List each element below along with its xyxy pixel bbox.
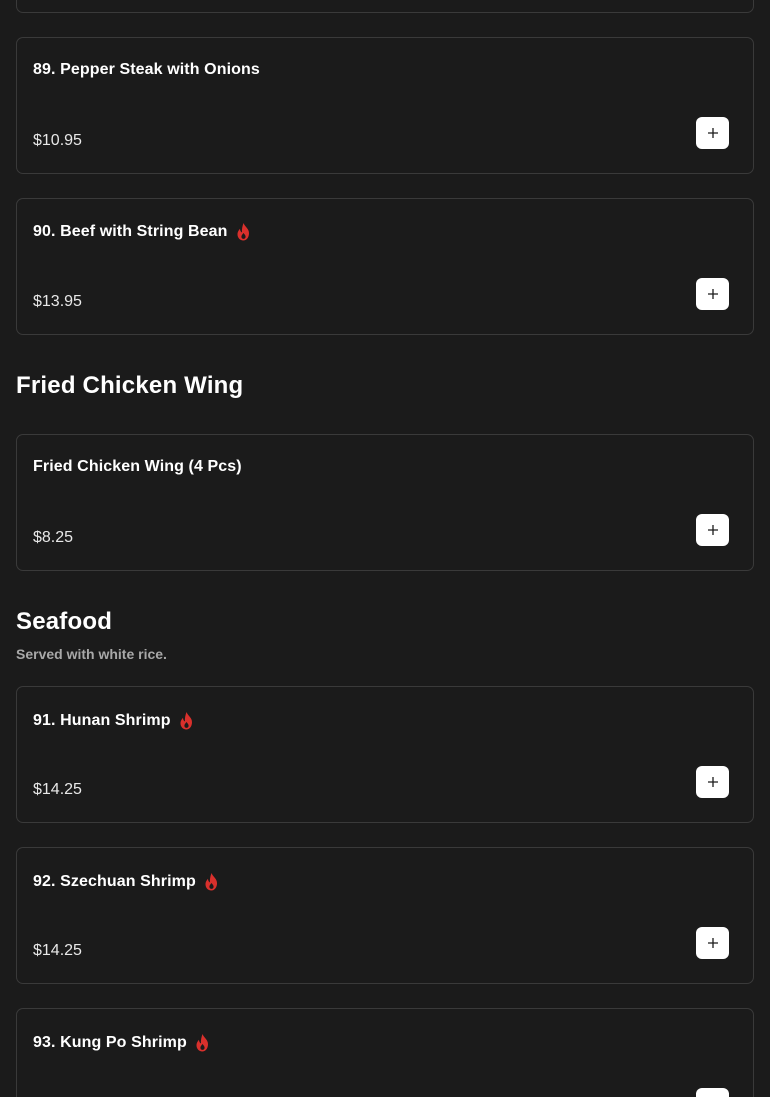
menu-page: 89. Pepper Steak with Onions $10.95 90. …	[0, 0, 770, 1097]
item-name-text: 90. Beef with String Bean	[33, 223, 228, 240]
item-name-text: 93. Kung Po Shrimp	[33, 1034, 187, 1051]
section-title: Fried Chicken Wing	[16, 372, 244, 399]
add-to-cart-button[interactable]	[696, 1088, 729, 1097]
add-to-cart-button[interactable]	[696, 514, 729, 546]
add-to-cart-button[interactable]	[696, 117, 729, 149]
item-price: $8.25	[33, 529, 74, 546]
flame-icon	[180, 712, 192, 730]
menu-item-card[interactable]: 91. Hunan Shrimp $14.25	[16, 686, 754, 823]
section-title: Seafood	[16, 608, 113, 635]
item-name: 90. Beef with String Bean	[33, 222, 252, 242]
item-name: 91. Hunan Shrimp	[33, 711, 195, 731]
item-name-text: 89. Pepper Steak with Onions	[33, 61, 260, 78]
item-price: $14.25	[33, 781, 82, 798]
item-name: 92. Szechuan Shrimp	[33, 872, 220, 892]
item-price: $13.95	[33, 293, 82, 310]
add-to-cart-button[interactable]	[696, 766, 729, 798]
add-to-cart-button[interactable]	[696, 927, 729, 959]
flame-icon	[196, 1034, 208, 1052]
menu-item-card[interactable]: 93. Kung Po Shrimp	[16, 1008, 754, 1097]
item-name-text: 92. Szechuan Shrimp	[33, 873, 196, 890]
item-price: $10.95	[33, 132, 82, 149]
menu-item-card	[16, 0, 754, 13]
flame-icon	[237, 223, 249, 241]
item-price: $14.25	[33, 942, 82, 959]
item-name: Fried Chicken Wing (4 Pcs)	[33, 458, 242, 476]
flame-icon	[205, 873, 217, 891]
plus-icon	[707, 128, 718, 138]
item-name: 93. Kung Po Shrimp	[33, 1033, 211, 1053]
item-name-text: 91. Hunan Shrimp	[33, 712, 171, 729]
menu-item-card[interactable]: 89. Pepper Steak with Onions $10.95	[16, 37, 754, 174]
menu-item-card[interactable]: 90. Beef with String Bean $13.95	[16, 198, 754, 335]
item-name: 89. Pepper Steak with Onions	[33, 61, 260, 79]
menu-item-card[interactable]: 92. Szechuan Shrimp $14.25	[16, 847, 754, 984]
plus-icon	[707, 289, 718, 299]
add-to-cart-button[interactable]	[696, 278, 729, 310]
item-name-text: Fried Chicken Wing (4 Pcs)	[33, 458, 242, 475]
menu-item-card[interactable]: Fried Chicken Wing (4 Pcs) $8.25	[16, 434, 754, 571]
section-description: Served with white rice.	[16, 646, 167, 662]
plus-icon	[707, 938, 718, 948]
plus-icon	[707, 777, 718, 787]
plus-icon	[707, 525, 718, 535]
